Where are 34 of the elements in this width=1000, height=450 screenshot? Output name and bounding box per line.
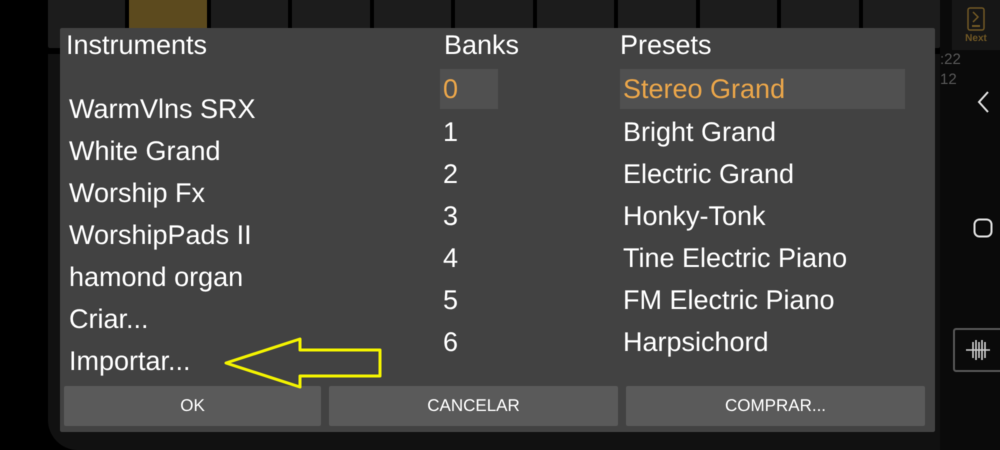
home-icon[interactable] <box>973 218 993 238</box>
column-header: Presets <box>620 29 712 62</box>
instrument-item[interactable]: WarmVlns SRX <box>60 88 256 130</box>
preset-item[interactable]: Electric Grand <box>620 153 905 195</box>
preset-item[interactable]: Stereo Grand <box>620 69 905 109</box>
instrument-item[interactable]: hamond organ <box>60 256 244 298</box>
preset-item[interactable]: Harpsichord <box>620 321 905 363</box>
bank-item[interactable]: 1 <box>440 111 498 153</box>
bank-item[interactable]: 2 <box>440 153 498 195</box>
next-icon <box>967 6 985 30</box>
bank-item[interactable]: 5 <box>440 279 498 321</box>
instrument-item[interactable]: White Grand <box>60 130 221 172</box>
bank-item[interactable]: 6 <box>440 321 498 363</box>
instrument-item[interactable]: WorshipPads II <box>60 214 252 256</box>
preset-item[interactable]: FM Electric Piano <box>620 279 905 321</box>
preset-item[interactable]: Honky-Tonk <box>620 195 905 237</box>
preset-item[interactable]: Bright Grand <box>620 111 905 153</box>
time-text: :22 <box>940 50 961 70</box>
tool-button[interactable] <box>953 328 1000 372</box>
dialog-button[interactable]: CANCELAR <box>329 386 618 426</box>
bank-item[interactable]: 0 <box>440 69 498 109</box>
instrument-item[interactable]: Worship Fx <box>60 172 206 214</box>
column-header: Instruments <box>65 29 208 62</box>
time-text: 12 <box>940 70 957 90</box>
bank-item[interactable]: 4 <box>440 237 498 279</box>
back-icon[interactable] <box>976 90 990 114</box>
instrument-item[interactable]: Importar... <box>60 340 191 378</box>
bars-icon <box>965 340 991 360</box>
bank-item[interactable]: 3 <box>440 195 498 237</box>
column-header: Banks <box>443 29 520 62</box>
dialog-button[interactable]: OK <box>64 386 321 426</box>
preset-item[interactable]: Tine Electric Piano <box>620 237 905 279</box>
instrument-item[interactable]: Criar... <box>60 298 149 340</box>
dialog-button[interactable]: COMPRAR... <box>626 386 925 426</box>
